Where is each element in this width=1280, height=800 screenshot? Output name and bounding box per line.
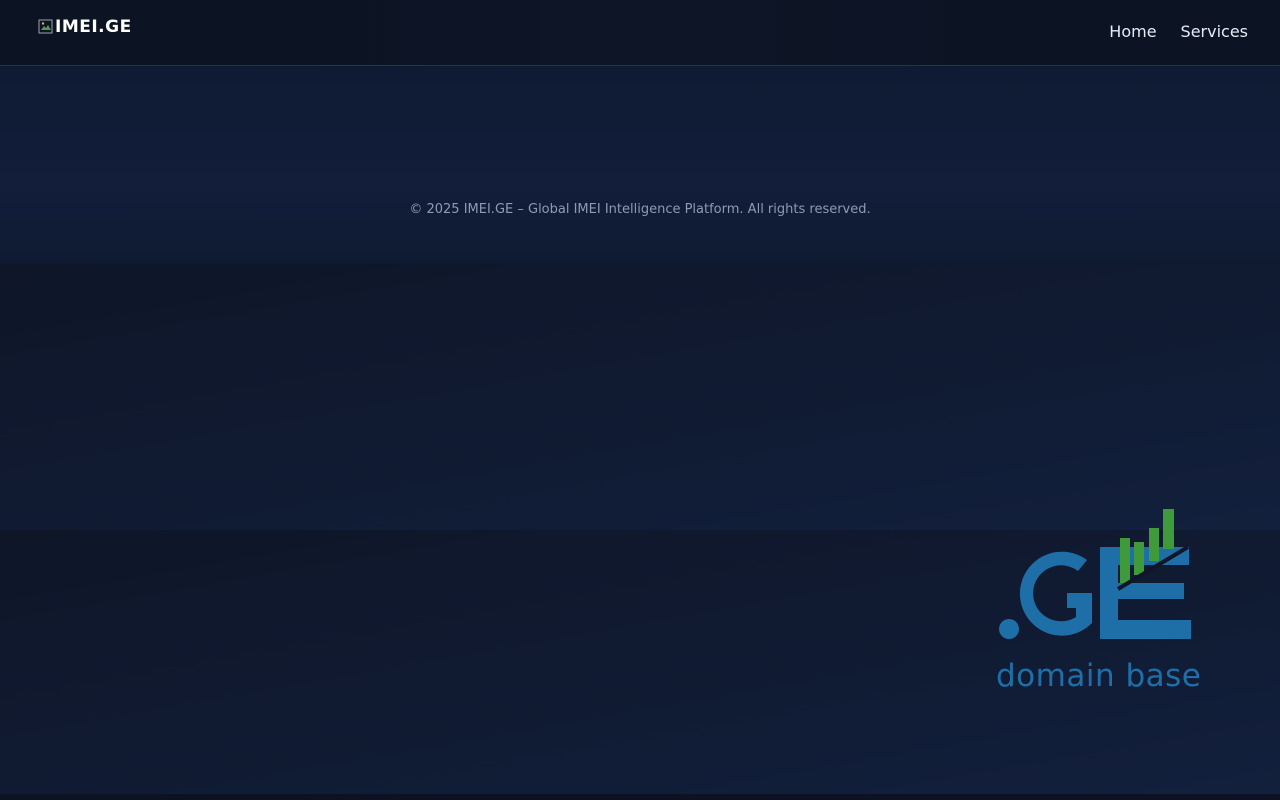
ge-tagline: domain base — [996, 658, 1202, 694]
site-header: IMEI.GE Home Services — [0, 0, 1280, 66]
nav-services-link[interactable]: Services — [1181, 22, 1248, 41]
site-logo[interactable]: IMEI.GE — [38, 17, 132, 37]
bottom-edge — [0, 794, 1280, 800]
page: IMEI.GE Home Services © 2025 IMEI.GE – G… — [0, 0, 1280, 800]
empty-section — [0, 264, 1280, 530]
ge-dot — [999, 619, 1019, 639]
nav-home-link[interactable]: Home — [1109, 22, 1156, 41]
copyright-text: © 2025 IMEI.GE – Global IMEI Intelligenc… — [409, 202, 871, 217]
signal-bar-4 — [1163, 509, 1174, 549]
logo-text: IMEI.GE — [55, 17, 132, 37]
footer-section — [0, 66, 1280, 264]
broken-image-icon — [38, 19, 54, 35]
ge-letter-g — [1019, 551, 1092, 636]
signal-bar-2 — [1134, 542, 1144, 575]
signal-bar-1 — [1120, 538, 1130, 583]
main-nav: Home Services — [1109, 22, 1248, 41]
ge-letter-e — [1100, 547, 1191, 639]
signal-bar-3 — [1149, 528, 1159, 561]
